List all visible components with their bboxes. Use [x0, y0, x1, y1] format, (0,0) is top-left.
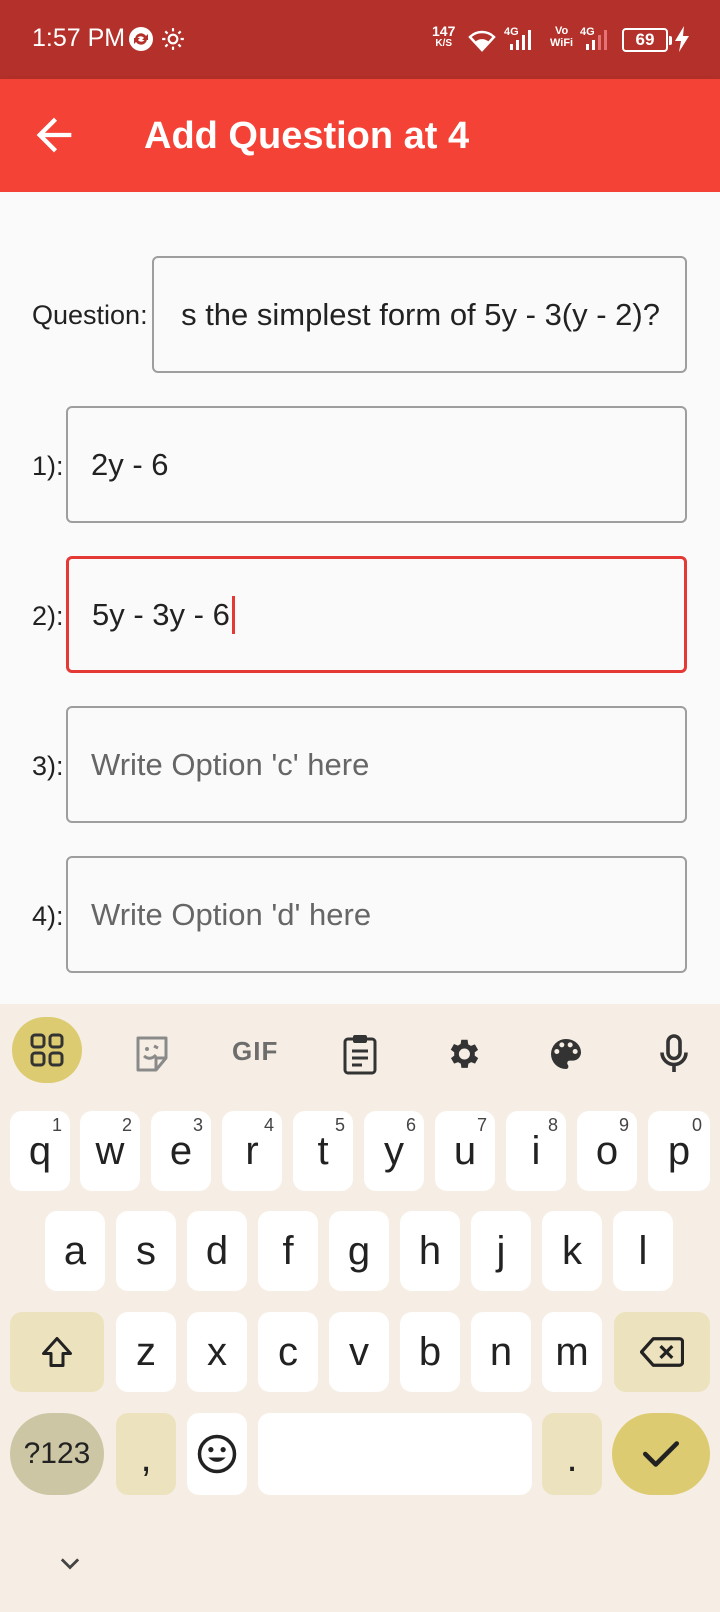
gif-button[interactable]: GIF	[232, 1036, 278, 1067]
soft-keyboard	[0, 1004, 720, 1612]
key-w[interactable]: w2	[80, 1111, 140, 1191]
checkmark-icon	[642, 1441, 680, 1467]
period-key[interactable]: .	[542, 1413, 602, 1495]
sticker-button[interactable]	[126, 1028, 178, 1080]
key-v[interactable]: v	[329, 1312, 389, 1392]
key-z[interactable]: z	[116, 1312, 176, 1392]
key-u[interactable]: u7	[435, 1111, 495, 1191]
keyboard-apps-button[interactable]	[12, 1017, 82, 1083]
option-1-value: 2y - 6	[91, 446, 169, 482]
page-title: Add Question at 4	[144, 115, 470, 157]
emoji-key[interactable]	[187, 1413, 247, 1495]
sticker-icon	[136, 1036, 168, 1072]
voice-input-button[interactable]	[648, 1028, 700, 1080]
key-a[interactable]: a	[45, 1211, 105, 1291]
app-bar: Add Question at 4	[0, 79, 720, 192]
option-2-label: 2):	[32, 601, 64, 631]
status-time: 1:57 PM	[32, 24, 126, 52]
space-key[interactable]	[258, 1413, 532, 1495]
key-b[interactable]: b	[400, 1312, 460, 1392]
key-e[interactable]: e3	[151, 1111, 211, 1191]
option-3-placeholder: Write Option 'c' here	[91, 746, 370, 782]
comma-key[interactable]: ,	[116, 1413, 176, 1495]
key-f[interactable]: f	[258, 1211, 318, 1291]
key-r[interactable]: r4	[222, 1111, 282, 1191]
backspace-key[interactable]	[614, 1312, 710, 1392]
key-c[interactable]: c	[258, 1312, 318, 1392]
option-1-input[interactable]: 2y - 6	[66, 406, 687, 523]
question-input[interactable]: s the simplest form of 5y - 3(y - 2)?	[152, 256, 687, 373]
charging-bolt-icon	[675, 26, 689, 52]
signal-icon	[510, 30, 531, 50]
key-q[interactable]: q1	[10, 1111, 70, 1191]
shift-key[interactable]	[10, 1312, 104, 1392]
key-d[interactable]: d	[187, 1211, 247, 1291]
key-m[interactable]: m	[542, 1312, 602, 1392]
key-y[interactable]: y6	[364, 1111, 424, 1191]
back-arrow-icon[interactable]	[28, 109, 80, 161]
gear-icon	[450, 1039, 479, 1068]
vowifi-indicator: Vo WiFi	[550, 25, 574, 49]
option-3-label: 3):	[32, 751, 64, 781]
question-label: Question:	[32, 300, 148, 330]
symbols-key[interactable]: ?123	[10, 1413, 104, 1495]
status-bar: 1:57 PM 147 K/S 4G Vo WiFi 4G 69	[0, 0, 720, 79]
palette-icon	[551, 1039, 581, 1069]
key-t[interactable]: t5	[293, 1111, 353, 1191]
key-g[interactable]: g	[329, 1211, 389, 1291]
clipboard-icon	[343, 1035, 377, 1075]
key-n[interactable]: n	[471, 1312, 531, 1392]
question-input-value: s the simplest form of 5y - 3(y - 2)?	[181, 296, 660, 332]
option-4-placeholder: Write Option 'd' here	[91, 896, 372, 932]
option-1-label: 1):	[32, 451, 64, 481]
hide-keyboard-chevron-icon[interactable]	[56, 1550, 84, 1578]
clipboard-button[interactable]	[334, 1028, 386, 1080]
key-k[interactable]: k	[542, 1211, 602, 1291]
option-2-value: 5y - 3y - 6	[92, 596, 230, 632]
key-l[interactable]: l	[613, 1211, 673, 1291]
key-j[interactable]: j	[471, 1211, 531, 1291]
settings-gear-icon	[162, 28, 184, 50]
backspace-icon	[640, 1337, 684, 1367]
grid-apps-icon	[30, 1033, 64, 1067]
option-3-input[interactable]: Write Option 'c' here	[66, 706, 687, 823]
emoji-smiley-icon	[197, 1434, 237, 1474]
sync-icon	[129, 27, 153, 51]
option-2-input[interactable]: 5y - 3y - 6	[66, 556, 687, 673]
key-p[interactable]: p0	[648, 1111, 710, 1191]
key-h[interactable]: h	[400, 1211, 460, 1291]
key-o[interactable]: o9	[577, 1111, 637, 1191]
signal-weak-icon	[586, 30, 607, 50]
keyboard-settings-button[interactable]	[437, 1028, 489, 1080]
shift-arrow-icon	[42, 1337, 72, 1367]
text-cursor	[231, 595, 235, 634]
battery-indicator: 69	[622, 28, 672, 52]
option-4-input[interactable]: Write Option 'd' here	[66, 856, 687, 973]
theme-button[interactable]	[540, 1028, 592, 1080]
wifi-icon	[468, 30, 496, 52]
done-key[interactable]	[612, 1413, 710, 1495]
microphone-icon	[660, 1034, 688, 1072]
key-i[interactable]: i8	[506, 1111, 566, 1191]
network-speed: 147 K/S	[432, 23, 456, 49]
option-4-label: 4):	[32, 901, 64, 931]
key-x[interactable]: x	[187, 1312, 247, 1392]
key-s[interactable]: s	[116, 1211, 176, 1291]
